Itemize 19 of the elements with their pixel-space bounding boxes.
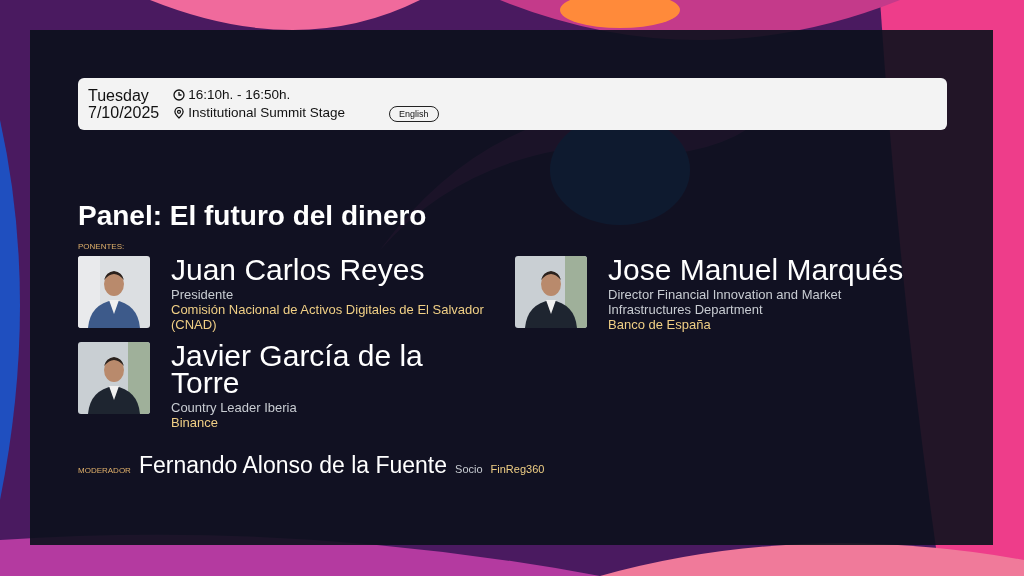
- moderator-organization: FinReg360: [490, 463, 545, 475]
- event-date: 7/10/2025: [88, 104, 160, 121]
- moderator-role: Socio: [455, 463, 483, 475]
- session-title: Panel: El futuro del dinero: [78, 200, 428, 232]
- location-pin-icon: [173, 107, 186, 119]
- event-day: Tuesday: [88, 87, 160, 104]
- event-location: Institutional Summit Stage: [188, 104, 345, 122]
- speaker-name: Javier García de la Torre: [171, 342, 424, 396]
- event-time: 16:10h. - 16:50h.: [188, 86, 291, 104]
- moderator-label: MODERADOR: [78, 466, 131, 475]
- speaker-role: Director Financial Innovation and Market Infrastructures Department: [608, 287, 843, 317]
- speaker-organization: Banco de España: [608, 317, 712, 332]
- speakers-label: PONENTES:: [78, 242, 126, 251]
- speaker-role: Country Leader Iberia: [171, 400, 298, 415]
- speaker-organization: Comisión Nacional de Activos Digitales de El Salvador (CNAD): [171, 302, 485, 332]
- speaker-organization: Binance: [171, 415, 219, 430]
- speaker-role: Presidente: [171, 287, 235, 302]
- clock-icon: [173, 89, 186, 101]
- moderator-name: Fernando Alonso de la Fuente: [138, 452, 448, 479]
